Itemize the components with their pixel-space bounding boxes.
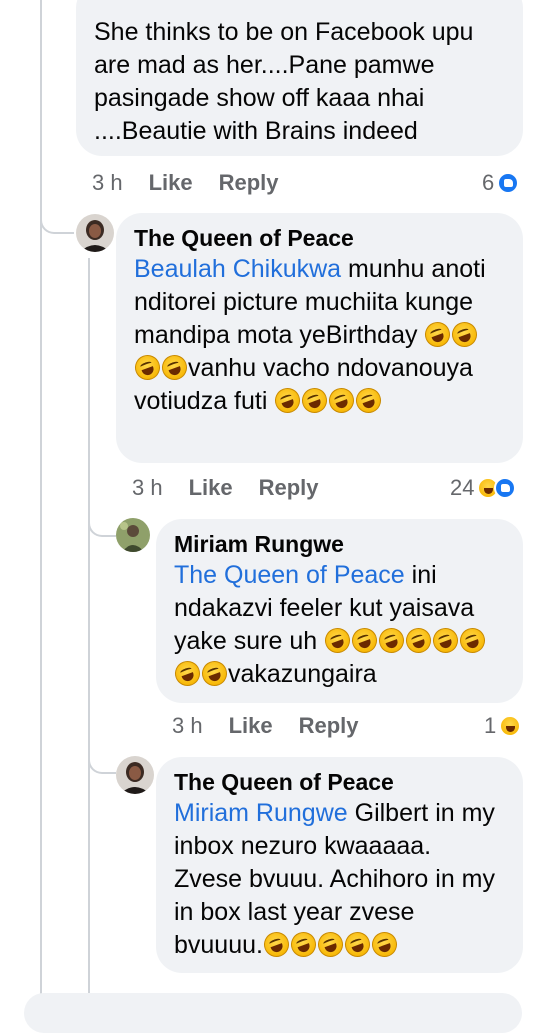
laugh-emoji-icon: [348, 624, 381, 657]
thread-connector-2: [88, 505, 116, 537]
comment-text: She thinks to be on Facebook upu are mad…: [94, 18, 474, 145]
mention-link[interactable]: The Queen of Peace: [174, 561, 405, 589]
comment-meta-3: 3 h Like Reply: [172, 713, 385, 739]
comment-author[interactable]: The Queen of Peace: [174, 767, 505, 797]
thread-connector-1: [40, 200, 74, 234]
reply-button[interactable]: Reply: [259, 475, 319, 501]
comment-author[interactable]: Miriam Rungwe: [174, 529, 505, 559]
thread-line-inner: [88, 258, 90, 1001]
laugh-emoji-icon: [271, 384, 304, 417]
next-comment-bubble: [24, 993, 522, 1033]
comment-bubble-3: Miriam Rungwe The Queen of Peace ini nda…: [156, 519, 523, 703]
reaction-count: 24: [450, 475, 475, 500]
avatar[interactable]: [76, 214, 114, 252]
comment-text-part: vakazungaira: [228, 660, 377, 688]
reaction-count: 6: [482, 170, 495, 195]
like-reaction-icon: [494, 477, 517, 499]
comment-author[interactable]: The Queen of Peace: [134, 223, 505, 253]
comment-meta-2: 3 h Like Reply: [132, 475, 345, 501]
comment-text: Miriam Rungwe Gilbert in my inbox nezuro…: [174, 797, 505, 962]
like-button[interactable]: Like: [189, 475, 233, 501]
mention-link[interactable]: Beaulah Chikukwa: [134, 255, 341, 283]
laugh-emoji-icon: [287, 928, 320, 961]
comment-time: 3 h: [172, 713, 203, 738]
laugh-emoji-icon: [171, 657, 204, 690]
laugh-emoji-icon: [375, 624, 408, 657]
laugh-emoji-icon: [131, 351, 164, 384]
comment-text: The Queen of Peace ini ndakazvi feeler k…: [171, 559, 505, 691]
mention-link[interactable]: Miriam Rungwe: [174, 799, 348, 827]
avatar[interactable]: [116, 756, 154, 794]
laugh-emoji-icon: [341, 928, 374, 961]
laugh-emoji-icon: [158, 351, 191, 384]
reaction-summary-3[interactable]: 1: [484, 713, 522, 739]
laugh-emoji-icon: [368, 928, 401, 961]
laugh-emoji-icon: [448, 318, 481, 351]
laugh-emoji-icon: [429, 624, 462, 657]
laugh-emoji-icon: [325, 384, 358, 417]
laugh-emoji-icon: [352, 384, 385, 417]
reaction-count: 1: [484, 713, 497, 738]
comment-time: 3 h: [132, 475, 163, 500]
comment-meta-1: 3 h Like Reply: [92, 170, 305, 196]
thread-connector-3: [88, 742, 116, 774]
reaction-summary-2[interactable]: 24: [450, 475, 517, 501]
comment-bubble-1: She thinks to be on Facebook upu are mad…: [76, 0, 523, 156]
comment-bubble-4: The Queen of Peace Miriam Rungwe Gilbert…: [156, 757, 523, 973]
reply-button[interactable]: Reply: [299, 713, 359, 739]
laugh-emoji-icon: [260, 928, 293, 961]
laugh-emoji-icon: [402, 624, 435, 657]
like-button[interactable]: Like: [229, 713, 273, 739]
avatar[interactable]: [116, 518, 150, 552]
reply-button[interactable]: Reply: [219, 170, 279, 196]
laugh-emoji-icon: [321, 624, 354, 657]
laugh-emoji-icon: [198, 657, 231, 690]
thread-line-outer: [40, 0, 42, 1001]
comment-time: 3 h: [92, 170, 123, 195]
laugh-emoji-icon: [456, 624, 489, 657]
like-button[interactable]: Like: [149, 170, 193, 196]
haha-reaction-icon: [499, 715, 522, 737]
comment-bubble-2: The Queen of Peace Beaulah Chikukwa munh…: [116, 213, 523, 463]
laugh-emoji-icon: [298, 384, 331, 417]
like-reaction-icon: [497, 172, 520, 194]
comment-text: Beaulah Chikukwa munhu anoti nditorei pi…: [131, 253, 505, 418]
reaction-summary-1[interactable]: 6: [482, 170, 520, 196]
laugh-emoji-icon: [314, 928, 347, 961]
laugh-emoji-icon: [421, 318, 454, 351]
